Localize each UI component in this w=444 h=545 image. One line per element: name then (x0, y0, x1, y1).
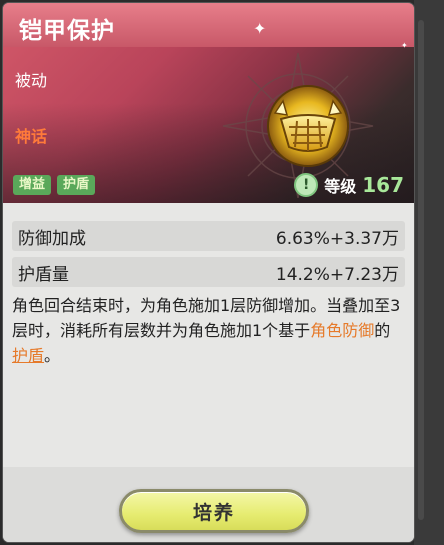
skill-title: 铠甲保护 (19, 18, 115, 44)
skill-description: 角色回合结束时，为角色施加1层防御增加。当叠加至3层时，消耗所有层数并为角色施加… (12, 293, 406, 368)
tag-buff: 增益 (13, 175, 52, 195)
stat-value: 14.2%+7.23万 (275, 264, 399, 285)
skill-tags: 增益 护盾 (13, 175, 96, 195)
desc-text: 。 (44, 346, 61, 365)
exclamation-icon[interactable]: ! (294, 173, 319, 197)
stat-row: 护盾量 14.2%+7.23万 (12, 257, 405, 287)
level-label: 等级 (324, 177, 357, 196)
golden-armor-shield-icon (267, 85, 349, 167)
skill-rarity: 神话 (15, 127, 48, 146)
sparkle-icon: ✦ (253, 19, 267, 38)
stat-value: 6.63%+3.37万 (275, 228, 399, 249)
desc-link-shield[interactable]: 护盾 (12, 346, 44, 365)
skill-header: 铠甲保护 ✦ ✦ 被动 神话 增益 护盾 ! 等级 167 (3, 3, 414, 203)
level-value: 167 (362, 173, 404, 197)
stat-row: 防御加成 6.63%+3.37万 (12, 221, 405, 251)
skill-detail-panel: 铠甲保护 ✦ ✦ 被动 神话 增益 护盾 ! 等级 167 防御加成 6.63%… (3, 3, 414, 542)
sparkle-icon: ✦ (401, 41, 408, 50)
tag-shield: 护盾 (57, 175, 96, 195)
stat-name: 防御加成 (18, 228, 86, 249)
desc-highlight-defense: 角色防御 (310, 321, 375, 340)
cultivate-button[interactable]: 培养 (119, 489, 309, 533)
skill-type: 被动 (15, 71, 48, 90)
stats-list: 防御加成 6.63%+3.37万 护盾量 14.2%+7.23万 (12, 221, 405, 293)
skill-level: ! 等级 167 (294, 173, 404, 197)
side-strip (414, 0, 444, 545)
desc-text: 的 (374, 321, 391, 340)
stat-name: 护盾量 (18, 264, 69, 285)
